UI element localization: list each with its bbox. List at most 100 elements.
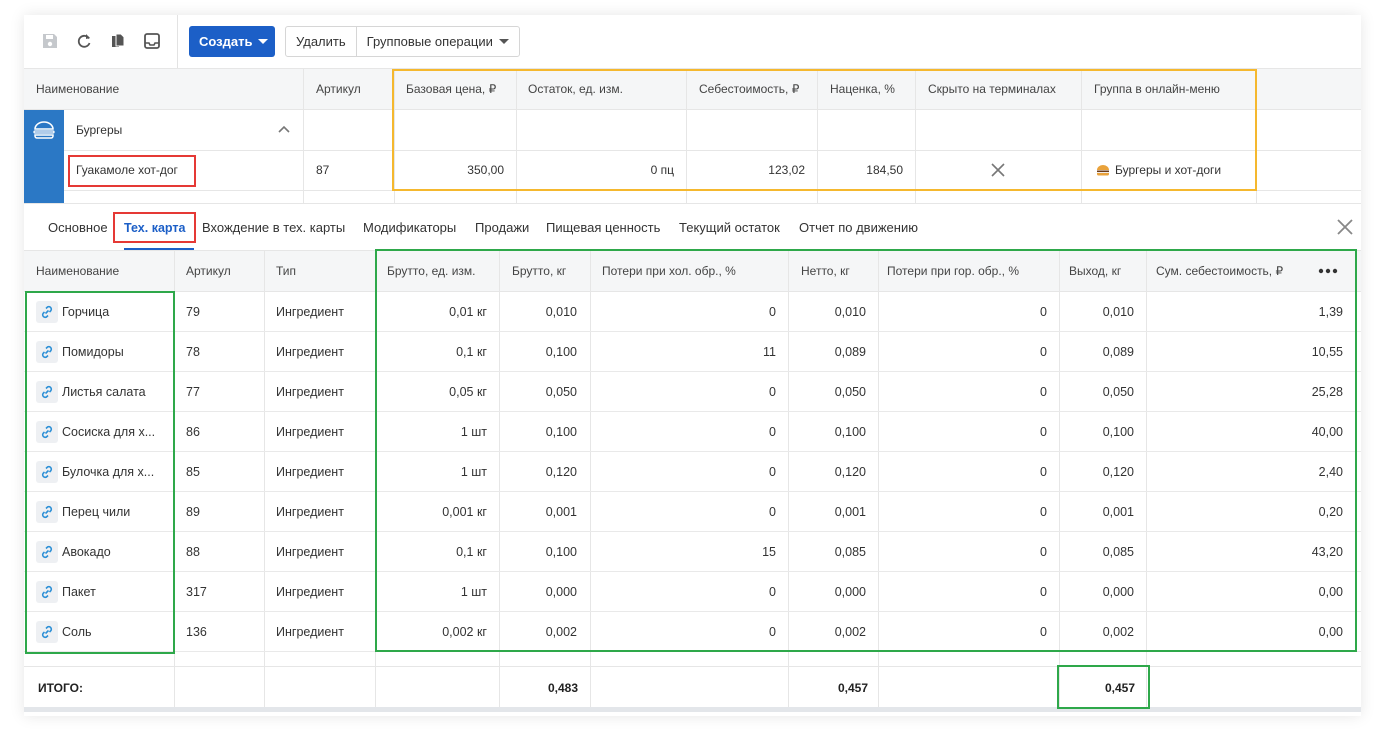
- group-operations-button[interactable]: Групповые операции: [355, 27, 519, 56]
- tab-current-stock[interactable]: Текущий остаток: [679, 204, 780, 251]
- ing-hot-loss: 0: [1040, 424, 1047, 439]
- ing-total-cost: 43,20: [1311, 544, 1343, 559]
- products-col-online-group[interactable]: Группа в онлайн-меню: [1094, 68, 1220, 110]
- ing-type: Ингредиент: [276, 464, 344, 479]
- ing-cold-loss: 0: [769, 624, 776, 639]
- link-icon[interactable]: [36, 301, 58, 323]
- ing-col-gross-unit[interactable]: Брутто, ед. изм.: [387, 250, 475, 292]
- copy-icon[interactable]: [108, 31, 128, 51]
- ing-gross-kg: 0,100: [545, 344, 577, 359]
- ing-gross-unit: 0,1 кг: [456, 544, 487, 559]
- ing-total-cost: 0,00: [1318, 584, 1343, 599]
- products-col-cost[interactable]: Себестоимость, ₽: [699, 68, 799, 110]
- ing-col-article[interactable]: Артикул: [186, 250, 231, 292]
- ing-cold-loss: 0: [769, 504, 776, 519]
- ing-col-gross-kg[interactable]: Брутто, кг: [512, 250, 566, 292]
- ing-article: 89: [186, 504, 200, 519]
- ing-gross-kg: 0,001: [545, 504, 577, 519]
- inbox-icon[interactable]: [142, 31, 162, 51]
- ing-gross-unit: 1 шт: [460, 584, 487, 599]
- toolbar: Создать Удалить Групповые операции: [24, 15, 1361, 68]
- chevron-up-icon[interactable]: [277, 124, 291, 134]
- link-icon[interactable]: [36, 541, 58, 563]
- link-icon[interactable]: [36, 461, 58, 483]
- link-icon[interactable]: [36, 501, 58, 523]
- link-icon[interactable]: [36, 581, 58, 603]
- tab-tech-card[interactable]: Тех. карта: [124, 204, 185, 251]
- ing-name[interactable]: Сосиска для х...: [62, 412, 155, 451]
- products-col-article[interactable]: Артикул: [316, 68, 361, 110]
- products-col-markup[interactable]: Наценка, %: [830, 68, 895, 110]
- ing-net-kg: 0,001: [834, 504, 866, 519]
- ing-col-cost[interactable]: Сум. себестоимость, ₽: [1156, 250, 1283, 292]
- total-row: ИТОГО: 0,483 0,457 0,457: [24, 666, 1361, 708]
- ing-gross-kg: 0,100: [545, 424, 577, 439]
- ing-name[interactable]: Булочка для х...: [62, 452, 154, 491]
- ing-yield-kg: 0,085: [1102, 544, 1134, 559]
- products-col-base-price[interactable]: Базовая цена, ₽: [406, 68, 496, 110]
- ing-yield-kg: 0,089: [1102, 344, 1134, 359]
- table-row[interactable]: Горчица 79 Ингредиент 0,01 кг 0,010 0 0,010 0 0,…: [24, 292, 1361, 332]
- ing-name[interactable]: Листья салата: [62, 372, 146, 411]
- delete-button[interactable]: Удалить: [286, 27, 356, 56]
- close-panel-icon[interactable]: [1336, 218, 1354, 236]
- ing-yield-kg: 0,010: [1102, 304, 1134, 319]
- ing-name[interactable]: Перец чили: [62, 492, 130, 531]
- ing-hot-loss: 0: [1040, 304, 1047, 319]
- tab-movement-report[interactable]: Отчет по движению: [799, 204, 918, 251]
- ing-name[interactable]: Пакет: [62, 572, 96, 611]
- link-icon[interactable]: [36, 621, 58, 643]
- product-name[interactable]: Гуакамоле хот-дог: [76, 150, 178, 190]
- link-icon[interactable]: [36, 381, 58, 403]
- tab-nutrition[interactable]: Пищевая ценность: [546, 204, 660, 251]
- group-row-name[interactable]: Бургеры: [76, 110, 122, 150]
- link-icon[interactable]: [36, 421, 58, 443]
- total-net-kg: 0,457: [837, 680, 868, 695]
- table-row[interactable]: Булочка для х... 85 Ингредиент 1 шт 0,120 0 0,…: [24, 452, 1361, 492]
- close-icon[interactable]: [991, 163, 1005, 177]
- ing-gross-unit: 1 шт: [460, 464, 487, 479]
- main-panel: Создать Удалить Групповые операции Наиме…: [24, 15, 1361, 716]
- product-online-group: Бургеры и хот-доги: [1115, 163, 1222, 177]
- ing-col-name[interactable]: Наименование: [36, 250, 119, 292]
- ing-hot-loss: 0: [1040, 344, 1047, 359]
- ing-col-hot-loss[interactable]: Потери при гор. обр., %: [887, 250, 1019, 292]
- table-row[interactable]: Пакет 317 Ингредиент 1 шт 0,000 0 0,000 0 0,000 0…: [24, 572, 1361, 612]
- table-row[interactable]: Авокадо 88 Ингредиент 0,1 кг 0,100 15 0,085 0 0,…: [24, 532, 1361, 572]
- products-col-hidden[interactable]: Скрыто на терминалах: [928, 68, 1056, 110]
- tab-modifiers[interactable]: Модификаторы: [363, 204, 456, 251]
- ing-col-cold-loss[interactable]: Потери при хол. обр., %: [602, 250, 736, 292]
- create-button[interactable]: Создать: [189, 26, 275, 57]
- refresh-icon[interactable]: [74, 31, 94, 51]
- more-options-icon[interactable]: [1318, 268, 1338, 274]
- ing-hot-loss: 0: [1040, 544, 1047, 559]
- ing-gross-kg: 0,100: [545, 544, 577, 559]
- table-row[interactable]: Перец чили 89 Ингредиент 0,001 кг 0,001 0 0,00…: [24, 492, 1361, 532]
- ing-col-yield-kg[interactable]: Выход, кг: [1069, 250, 1121, 292]
- ing-article: 78: [186, 344, 200, 359]
- table-row[interactable]: Сосиска для х... 86 Ингредиент 1 шт 0,100 0 0,…: [24, 412, 1361, 452]
- ing-cold-loss: 0: [769, 424, 776, 439]
- ing-name[interactable]: Горчица: [62, 292, 109, 331]
- ing-name[interactable]: Помидоры: [62, 332, 124, 371]
- horizontal-scrollbar[interactable]: [24, 707, 1361, 712]
- ing-col-net-kg[interactable]: Нетто, кг: [801, 250, 850, 292]
- tab-sales[interactable]: Продажи: [475, 204, 529, 251]
- group-color-strip: [24, 110, 64, 203]
- action-button-group: Удалить Групповые операции: [285, 26, 520, 57]
- ing-col-type[interactable]: Тип: [276, 250, 296, 292]
- table-row[interactable]: Листья салата 77 Ингредиент 0,05 кг 0,050 0 0,…: [24, 372, 1361, 412]
- tab-main[interactable]: Основное: [48, 204, 108, 251]
- products-col-stock[interactable]: Остаток, ед. изм.: [528, 68, 623, 110]
- products-col-name[interactable]: Наименование: [36, 68, 119, 110]
- tab-tech-card-usage[interactable]: Вхождение в тех. карты: [202, 204, 345, 251]
- ing-name[interactable]: Соль: [62, 612, 92, 651]
- table-row[interactable]: Помидоры 78 Ингредиент 0,1 кг 0,100 11 0,089 0 0…: [24, 332, 1361, 372]
- burger-icon: [33, 121, 55, 139]
- link-icon[interactable]: [36, 341, 58, 363]
- ing-total-cost: 1,39: [1318, 304, 1343, 319]
- ing-yield-kg: 0,100: [1102, 424, 1134, 439]
- table-row[interactable]: Соль 136 Ингредиент 0,002 кг 0,002 0 0,002 0 0,0…: [24, 612, 1361, 652]
- ing-name[interactable]: Авокадо: [62, 532, 111, 571]
- save-icon[interactable]: [40, 31, 60, 51]
